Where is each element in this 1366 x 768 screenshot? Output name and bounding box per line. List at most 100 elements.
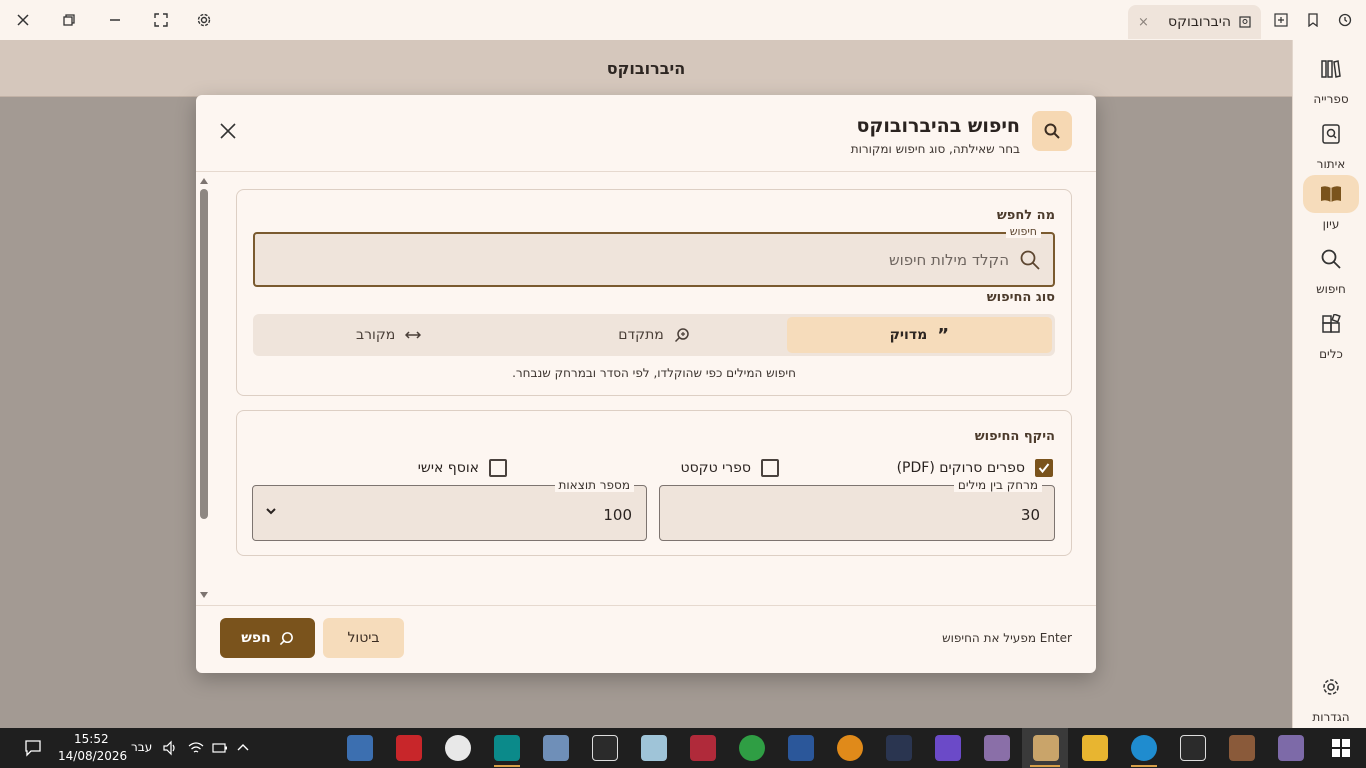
- search-type-exact-label: מדויק: [889, 327, 928, 343]
- notification-icon[interactable]: [24, 739, 42, 761]
- close-window-icon[interactable]: [10, 8, 36, 32]
- taskbar-app-recorder-icon[interactable]: [690, 735, 716, 761]
- check-icon: [1038, 463, 1050, 474]
- taskbar-app-magnifier-icon[interactable]: [347, 735, 373, 761]
- checkbox-text-books[interactable]: [761, 459, 779, 477]
- search-type-advanced[interactable]: מתקדם: [521, 317, 786, 353]
- search-type-fuzzy-label: מקורב: [356, 327, 396, 343]
- search-field[interactable]: חיפוש: [253, 225, 1055, 287]
- dialog-subtitle: בחר שאילתה, סוג חיפוש ומקורות: [850, 142, 1020, 156]
- scroll-down-arrow-icon[interactable]: [199, 591, 209, 599]
- settings-gear-icon[interactable]: [191, 8, 217, 32]
- library-icon: [1303, 50, 1359, 88]
- taskbar-app-chrome-icon[interactable]: [739, 735, 765, 761]
- dialog-scroll-area[interactable]: מה לחפש חיפוש סוג החיפוש ” מדויק מתקדם מ: [196, 173, 1096, 605]
- tab-hebrewbooks[interactable]: היברובוקס ×: [1128, 5, 1261, 39]
- taskbar-app-media-player-icon[interactable]: [445, 735, 471, 761]
- source-personal-collection[interactable]: אוסף אישי: [418, 459, 507, 477]
- search-dialog: חיפוש בהיברובוקס בחר שאילתה, סוג חיפוש ו…: [196, 95, 1096, 673]
- taskbar-app-word-icon[interactable]: [788, 735, 814, 761]
- restore-window-icon[interactable]: [56, 8, 82, 32]
- rail-label-library: ספרייה: [1313, 92, 1349, 106]
- rail-item-study[interactable]: עיון: [1303, 175, 1359, 231]
- dialog-search-icon: [1032, 111, 1072, 151]
- search-type-fuzzy[interactable]: מקורב: [256, 317, 521, 353]
- taskbar-app-pdf-editor-icon[interactable]: [396, 735, 422, 761]
- search-type-advanced-label: מתקדם: [618, 327, 664, 343]
- windows-start-icon[interactable]: [1331, 738, 1351, 762]
- rail-label-search: חיפוש: [1316, 282, 1346, 296]
- rail-label-settings: הגדרות: [1312, 710, 1350, 724]
- taskbar-app-hebrew-icon[interactable]: [494, 735, 520, 761]
- title-bar: היברובוקס ×: [0, 0, 1366, 40]
- rail-item-library[interactable]: ספרייה: [1303, 50, 1359, 106]
- word-distance-field[interactable]: מרחק בין מילים 30: [659, 478, 1055, 541]
- search-field-legend: חיפוש: [1005, 225, 1041, 238]
- rail-item-locate[interactable]: איתור: [1303, 115, 1359, 171]
- fullscreen-icon[interactable]: [148, 8, 174, 32]
- taskbar-app-hebrewbooks-icon[interactable]: [1033, 735, 1059, 761]
- active-indicator: [1030, 765, 1060, 767]
- search-type-help: חיפוש המילים כפי שהוקלדו, לפי הסדר ובמרח…: [512, 366, 796, 380]
- battery-icon[interactable]: [212, 740, 228, 760]
- search-type-exact[interactable]: ” מדויק: [786, 317, 1052, 353]
- history-icon[interactable]: [1332, 8, 1358, 32]
- rail-item-settings[interactable]: הגדרות: [1303, 668, 1359, 724]
- taskbar-app-audio-icon[interactable]: [543, 735, 569, 761]
- wifi-icon[interactable]: [188, 740, 204, 760]
- checkbox-scanned-pdf[interactable]: [1035, 459, 1053, 477]
- volume-icon[interactable]: [162, 740, 178, 760]
- scrollbar-thumb[interactable]: [200, 189, 208, 519]
- taskbar-app-notes-icon[interactable]: [641, 735, 667, 761]
- new-tab-icon[interactable]: [1268, 8, 1294, 32]
- query-section-label: מה לחפש: [996, 208, 1055, 223]
- search-type-segmented: ” מדויק מתקדם מקורב: [253, 314, 1055, 356]
- chevron-up-icon[interactable]: [236, 740, 250, 759]
- scope-card: היקף החיפוש ספרים סרוקים (PDF) ספרי טקסט…: [236, 410, 1072, 556]
- magnifier-icon: [1020, 250, 1040, 270]
- app-header-title: היברובוקס: [606, 58, 686, 78]
- source-text-books-label: ספרי טקסט: [680, 460, 752, 476]
- checkbox-personal-collection[interactable]: [489, 459, 507, 477]
- taskbar-app-clipboard-icon[interactable]: [1180, 735, 1206, 761]
- taskbar-app-shield-icon[interactable]: [592, 735, 618, 761]
- tab-close-icon[interactable]: ×: [1138, 15, 1149, 30]
- scroll-up-arrow-icon[interactable]: [199, 177, 209, 185]
- source-scanned-pdf-label: ספרים סרוקים (PDF): [896, 460, 1025, 476]
- taskbar-app-book-icon[interactable]: [935, 735, 961, 761]
- chevron-down-icon[interactable]: [265, 506, 277, 516]
- enter-hint: Enter מפעיל את החיפוש: [942, 631, 1072, 645]
- search-input[interactable]: [309, 246, 1009, 274]
- zoom-search-icon: [674, 328, 689, 343]
- dialog-header: חיפוש בהיברובוקס בחר שאילתה, סוג חיפוש ו…: [196, 95, 1096, 172]
- dialog-title: חיפוש בהיברובוקס: [856, 115, 1021, 137]
- taskbar-app-library-icon[interactable]: [1229, 735, 1255, 761]
- taskbar-app-file-explorer-icon[interactable]: [1082, 735, 1108, 761]
- book-search-icon: [1239, 16, 1251, 28]
- taskbar-app-book-search-icon[interactable]: [984, 735, 1010, 761]
- taskbar-app-reader-icon[interactable]: [1278, 735, 1304, 761]
- minimize-window-icon[interactable]: [102, 8, 128, 32]
- rail-item-search[interactable]: חיפוש: [1303, 240, 1359, 296]
- quote-icon: ”: [937, 324, 950, 346]
- clock-time: 15:52: [74, 732, 109, 746]
- rail-label-tools: כלים: [1319, 347, 1343, 361]
- side-rail: ספרייה איתור עיון חיפוש כלים הגדרות: [1292, 40, 1366, 728]
- rail-item-tools[interactable]: כלים: [1303, 305, 1359, 361]
- search-button[interactable]: חפש: [220, 618, 315, 658]
- taskbar-app-font-icon[interactable]: [886, 735, 912, 761]
- keyboard-language[interactable]: עבר: [131, 740, 152, 754]
- query-card: מה לחפש חיפוש סוג החיפוש ” מדויק מתקדם מ: [236, 189, 1072, 396]
- bookmark-icon[interactable]: [1300, 8, 1326, 32]
- source-text-books[interactable]: ספרי טקסט: [680, 459, 779, 477]
- search-icon: [1303, 240, 1359, 278]
- source-scanned-pdf[interactable]: ספרים סרוקים (PDF): [897, 459, 1053, 477]
- tab-title: היברובוקס: [1167, 14, 1231, 30]
- taskbar-app-search-tool-icon[interactable]: [837, 735, 863, 761]
- scope-section-label: היקף החיפוש: [974, 429, 1055, 444]
- close-icon[interactable]: [216, 119, 240, 143]
- arrows-horizontal-icon: [405, 331, 422, 339]
- cancel-button[interactable]: ביטול: [323, 618, 404, 658]
- results-count-select[interactable]: מספר תוצאות 100: [252, 478, 647, 541]
- taskbar-app-edge-icon[interactable]: [1131, 735, 1157, 761]
